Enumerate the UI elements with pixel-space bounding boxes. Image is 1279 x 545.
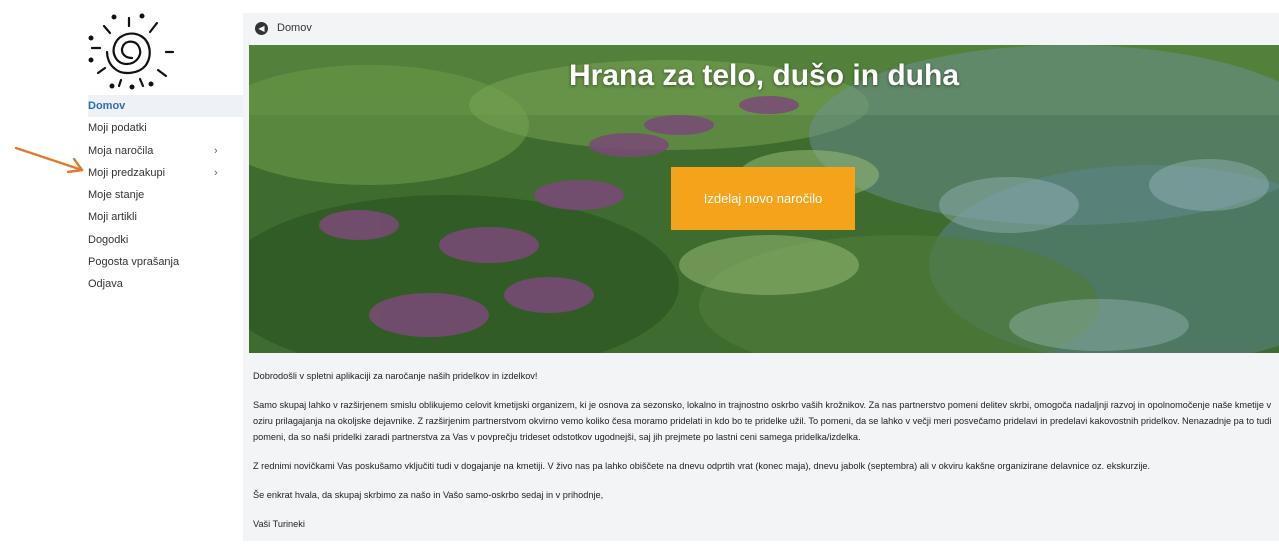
paragraph: Še enkrat hvala, da skupaj skrbimo za na… [253, 490, 604, 500]
hero-banner: Hrana za telo, dušo in duha Izdelaj novo… [249, 45, 1279, 353]
sidebar-item-label: Moji artikli [88, 211, 137, 224]
breadcrumb[interactable]: ◀ Domov [243, 13, 1279, 43]
sidebar-nav: Domov Moji podatki Moja naročila › Moji p… [88, 95, 243, 296]
sidebar-item-label: Moje stanje [88, 189, 145, 202]
sun-spiral-logo [88, 13, 175, 90]
sidebar-item-label: Moja naročila [88, 144, 154, 157]
sidebar-item-moje-stanje[interactable]: Moje stanje [88, 184, 243, 206]
pointer-arrow-annotation [14, 146, 84, 174]
hero-title: Hrana za telo, dušo in duha [568, 59, 960, 92]
sidebar-item-label: Moji podatki [88, 122, 147, 135]
new-order-button[interactable]: Izdelaj novo naročilo [671, 167, 855, 230]
sidebar-item-dogodki[interactable]: Dogodki [88, 229, 243, 251]
sidebar: Domov Moji podatki Moja naročila › Moji p… [0, 0, 243, 541]
paragraph: Samo skupaj lahko v razširjenem smislu o… [253, 400, 1272, 442]
main-content: ◀ Domov Hrana za telo, dušo in duha Izde… [243, 13, 1279, 541]
back-arrow-icon[interactable]: ◀ [255, 21, 268, 35]
sidebar-item-moji-predzakupi[interactable]: Moji predzakupi › [88, 162, 243, 184]
sidebar-item-moji-podatki[interactable]: Moji podatki [88, 117, 243, 139]
sidebar-item-moji-artikli[interactable]: Moji artikli [88, 206, 243, 228]
sidebar-item-label: Domov [88, 100, 126, 112]
sidebar-item-label: Dogodki [88, 233, 129, 246]
paragraph: Dobrodošli v spletni aplikaciji za naroč… [253, 371, 538, 381]
sidebar-item-domov[interactable]: Domov [88, 95, 243, 118]
sidebar-item-moja-narocila[interactable]: Moja naročila › [88, 140, 243, 162]
chevron-right-icon: › [214, 144, 218, 157]
sidebar-item-pogosta-vprasanja[interactable]: Pogosta vprašanja [88, 251, 243, 273]
sidebar-item-label: Pogosta vprašanja [88, 256, 180, 269]
welcome-text: Dobrodošli v spletni aplikaciji za naroč… [253, 368, 1273, 545]
breadcrumb-label[interactable]: Domov [277, 22, 312, 34]
sidebar-item-odjava[interactable]: Odjava [88, 273, 243, 295]
paragraph: Z rednimi novičkami Vas poskušamo vključ… [253, 461, 1151, 471]
paragraph: Vaši Turineki [253, 519, 305, 529]
chevron-right-icon: › [214, 166, 218, 179]
sidebar-item-label: Odjava [88, 278, 123, 291]
sidebar-item-label: Moji predzakupi [88, 166, 166, 179]
